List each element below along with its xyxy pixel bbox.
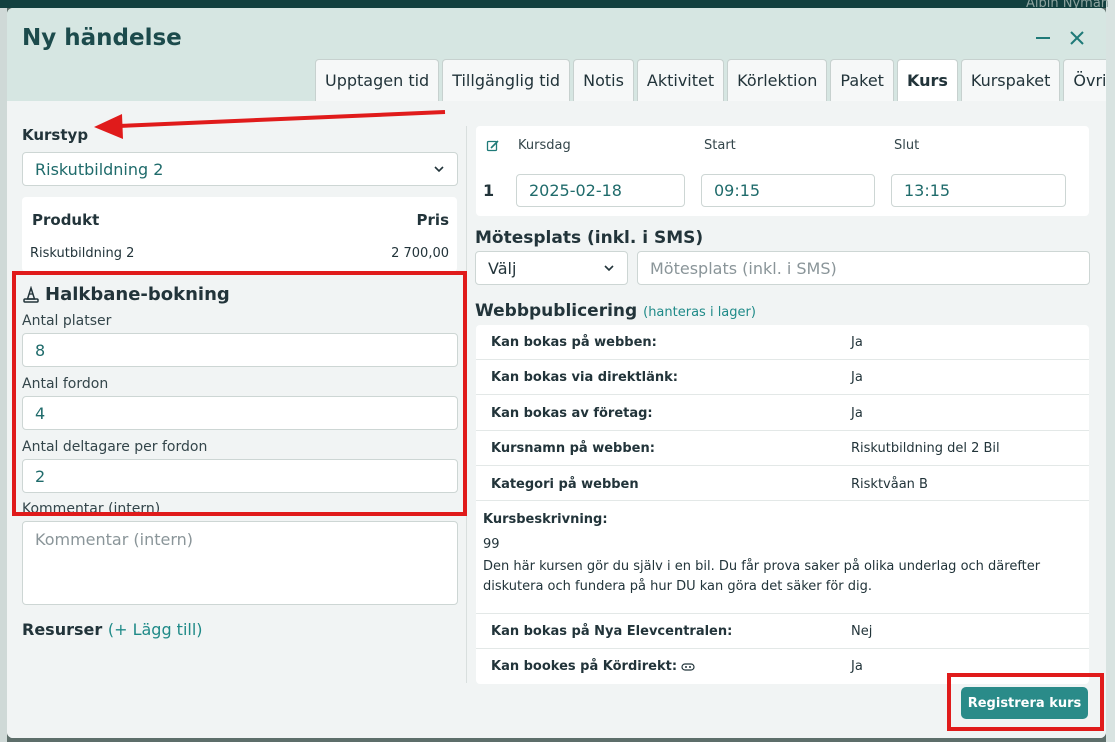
product-table: Produkt Pris Riskutbildning 2 2 700,00 [22, 197, 457, 272]
web-publishing-title: Webbpublicering [475, 301, 638, 321]
meeting-place-select[interactable]: Välj [475, 251, 628, 285]
row-key: Kan bokas på Nya Elevcentralen: [491, 624, 733, 639]
table-row: Kan bookes på Kördirekt: Ja [476, 649, 1089, 684]
background-topbar [0, 0, 1115, 8]
traffic-cone-icon [23, 285, 39, 303]
end-time-input[interactable]: 13:15 [891, 174, 1066, 207]
row-number: 1 [483, 181, 495, 200]
register-course-button[interactable]: Registrera kurs [961, 687, 1088, 719]
row-value: Riskutbildning del 2 Bil [851, 441, 1000, 456]
tab-tillganglig-tid[interactable]: Tillgänglig tid [442, 59, 571, 101]
link-icon [681, 662, 695, 671]
tab-bar: Upptagen tid Tillgänglig tid Notis Aktiv… [315, 59, 1106, 101]
row-value: Risktvåan B [851, 477, 928, 492]
web-publishing-table: Kan bokas på webben: Ja Kan bokas via di… [476, 325, 1089, 684]
row-value: Ja [851, 370, 863, 385]
kurstyp-label: Kurstyp [22, 126, 89, 144]
row-key: Kan bookes på Kördirekt: [491, 659, 695, 674]
meeting-place-select-value: Välj [488, 258, 517, 278]
kurstyp-value: Riskutbildning 2 [35, 159, 164, 179]
antal-platser-input[interactable]: 8 [22, 333, 458, 367]
add-resource-link[interactable]: (+ Lägg till) [108, 620, 203, 639]
background-right-strip [1106, 0, 1115, 742]
row-value: Ja [851, 335, 863, 350]
tab-paket[interactable]: Paket [830, 59, 894, 101]
antal-fordon-label: Antal fordon [22, 376, 109, 392]
start-header: Start [704, 138, 736, 153]
close-icon[interactable] [1065, 26, 1089, 50]
minimize-icon[interactable] [1031, 26, 1055, 50]
resources-label: Resurser [22, 620, 103, 639]
table-row: Kan bokas via direktlänk: Ja [476, 360, 1089, 395]
comment-textarea[interactable]: Kommentar (intern) [22, 521, 458, 605]
meeting-place-input[interactable]: Mötesplats (inkl. i SMS) [637, 251, 1090, 285]
table-row: Kursnamn på webben: Riskutbildning del 2… [476, 431, 1089, 466]
row-key: Kan bokas av företag: [491, 406, 653, 421]
tab-kurspaket[interactable]: Kurspaket [960, 59, 1061, 101]
dialog-header: Ny händelse Upptagen tid Tillgänglig tid… [7, 8, 1106, 101]
tab-upptagen-tid[interactable]: Upptagen tid [315, 59, 440, 101]
course-schedule: Kursdag Start Slut 1 2025-02-18 09:15 13… [476, 126, 1089, 216]
table-row: Kan bokas av företag: Ja [476, 395, 1089, 431]
web-publishing-subtitle[interactable]: (hanteras i lager) [643, 305, 756, 320]
halkbane-section-title: Halkbane-bokning [22, 284, 230, 305]
table-row: Kan bokas på webben: Ja [476, 325, 1089, 360]
table-row: Kategori på webben Risktvåan B [476, 466, 1089, 501]
tab-notis[interactable]: Notis [573, 59, 634, 101]
tab-aktivitet[interactable]: Aktivitet [636, 59, 725, 101]
edit-icon[interactable] [486, 139, 500, 153]
row-value: Nej [851, 624, 873, 639]
quote-icon: 99 [483, 537, 500, 552]
slut-header: Slut [894, 138, 920, 153]
tab-ovrigt[interactable]: Övrigt [1063, 59, 1106, 101]
antal-fordon-input[interactable]: 4 [22, 396, 458, 430]
row-key: Kursnamn på webben: [491, 441, 655, 456]
course-description-text: Den här kursen gör du själv i en bil. Du… [483, 559, 1041, 594]
comment-label: Kommentar (intern) [22, 501, 161, 512]
row-key-text: Kan bookes på Kördirekt: [491, 659, 678, 674]
course-description-label: Kursbeskrivning: [483, 512, 608, 527]
antal-deltagare-label: Antal deltagare per fordon [22, 439, 208, 455]
web-publishing-heading: Webbpublicering (hanteras i lager) [475, 301, 756, 321]
kursdag-header: Kursdag [518, 138, 571, 153]
table-row: Kan bokas på Nya Elevcentralen: Nej [476, 613, 1089, 649]
price-header: Pris [416, 211, 449, 229]
product-name: Riskutbildning 2 [30, 246, 135, 261]
row-key: Kan bokas via direktlänk: [491, 370, 678, 385]
antal-platser-label: Antal platser [22, 313, 112, 329]
tab-korlektion[interactable]: Körlektion [727, 59, 828, 101]
dialog-body: Kurstyp Riskutbildning 2 Produkt Pris Ri… [7, 101, 1106, 738]
row-key: Kan bokas på webben: [491, 335, 657, 350]
resources-heading: Resurser (+ Lägg till) [22, 620, 203, 639]
row-value: Ja [851, 406, 863, 421]
meeting-place-title: Mötesplats (inkl. i SMS) [475, 228, 704, 248]
row-value: Ja [851, 659, 863, 674]
background-left-strip [0, 8, 7, 742]
antal-deltagare-input[interactable]: 2 [22, 459, 458, 493]
dialog-title: Ny händelse [22, 25, 182, 51]
course-date-input[interactable]: 2025-02-18 [516, 174, 685, 207]
chevron-down-icon [604, 265, 614, 272]
halkbane-title-text: Halkbane-bokning [45, 284, 230, 305]
new-event-dialog: Ny händelse Upptagen tid Tillgänglig tid… [7, 8, 1106, 738]
chevron-down-icon [434, 166, 444, 173]
column-divider [466, 126, 467, 683]
start-time-input[interactable]: 09:15 [701, 174, 875, 207]
product-price: 2 700,00 [391, 246, 449, 261]
row-key: Kategori på webben [491, 477, 639, 492]
kurstyp-select[interactable]: Riskutbildning 2 [22, 152, 458, 186]
product-header: Produkt [32, 211, 100, 229]
tab-kurs[interactable]: Kurs [896, 59, 958, 101]
